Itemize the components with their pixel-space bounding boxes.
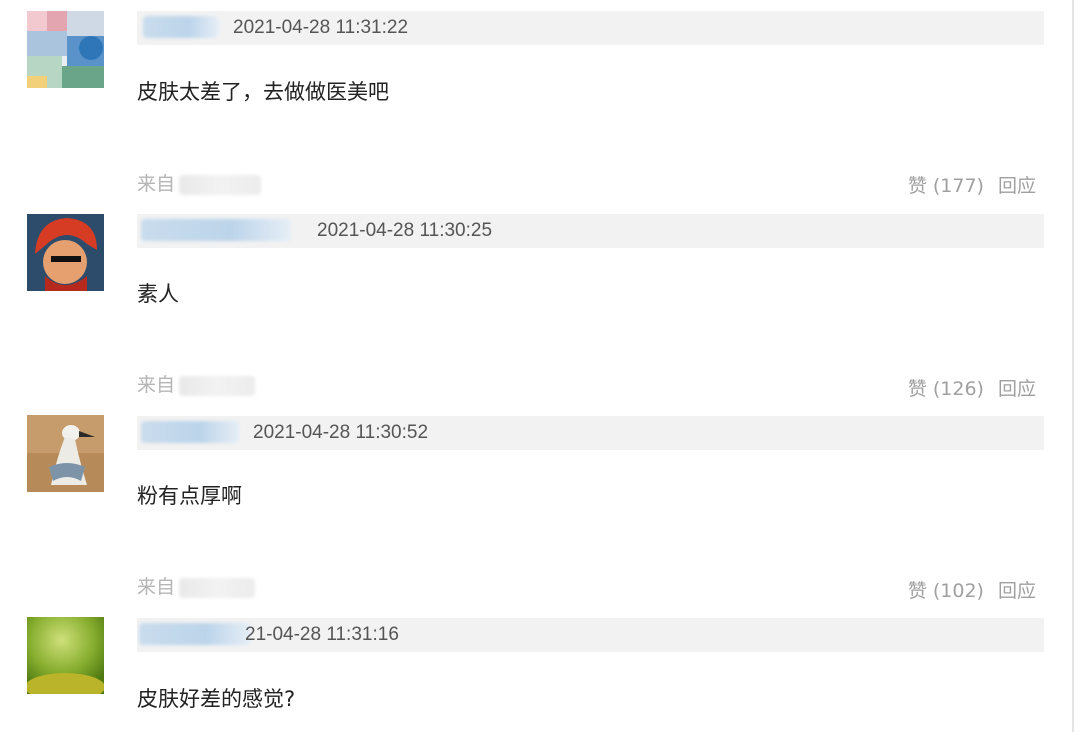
comment-timestamp: 2021-04-28 11:30:52 [253,422,429,443]
comment-actions: 赞 (102) 回应 [894,576,1036,603]
comment-text: 皮肤太差了，去做做医美吧 [137,80,389,104]
source-prefix: 来自 [137,576,176,598]
comment-text: 粉有点厚啊 [137,484,242,508]
avatar[interactable] [27,415,104,492]
source-redacted [179,174,262,195]
username-redacted[interactable] [141,219,291,241]
source-prefix: 来自 [137,374,176,396]
comment-text: 素人 [137,282,179,306]
comment-source: 来自 [137,169,262,196]
comment-timestamp: 2021-04-28 11:30:25 [317,220,493,241]
comment-header: 2021-04-28 11:30:25 [137,214,1044,248]
avatar-image [27,415,104,492]
comment-header: 2021-04-28 11:30:52 [137,416,1044,450]
reply-button[interactable]: 回应 [998,378,1036,400]
like-button[interactable]: 赞 (177) [908,175,984,197]
comment-source: 来自 [137,370,256,397]
source-redacted [179,375,256,396]
avatar[interactable] [27,617,104,694]
source-prefix: 来自 [137,173,176,195]
avatar[interactable] [27,11,104,88]
comment-text: 皮肤好差的感觉? [137,687,296,711]
like-button[interactable]: 赞 (102) [908,580,984,602]
reply-button[interactable]: 回应 [998,175,1036,197]
like-button[interactable]: 赞 (126) [908,378,984,400]
username-redacted[interactable] [141,421,239,443]
comment-timestamp: 2021-04-28 11:31:22 [233,17,409,38]
avatar-image [27,617,104,694]
comment-header: 21-04-28 11:31:16 [137,618,1044,652]
comment-timestamp: 21-04-28 11:31:16 [245,624,399,645]
comment-source: 来自 [137,572,256,599]
source-redacted [179,577,256,598]
comment-actions: 赞 (177) 回应 [894,171,1036,198]
comment-actions: 赞 (126) 回应 [894,374,1036,401]
username-redacted[interactable] [143,16,219,38]
avatar[interactable] [27,214,104,291]
avatar-image [27,11,104,88]
comment-header: 2021-04-28 11:31:22 [137,11,1044,45]
avatar-image [27,214,104,291]
reply-button[interactable]: 回应 [998,580,1036,602]
page-edge-divider [1072,0,1074,732]
username-redacted[interactable] [139,623,251,645]
